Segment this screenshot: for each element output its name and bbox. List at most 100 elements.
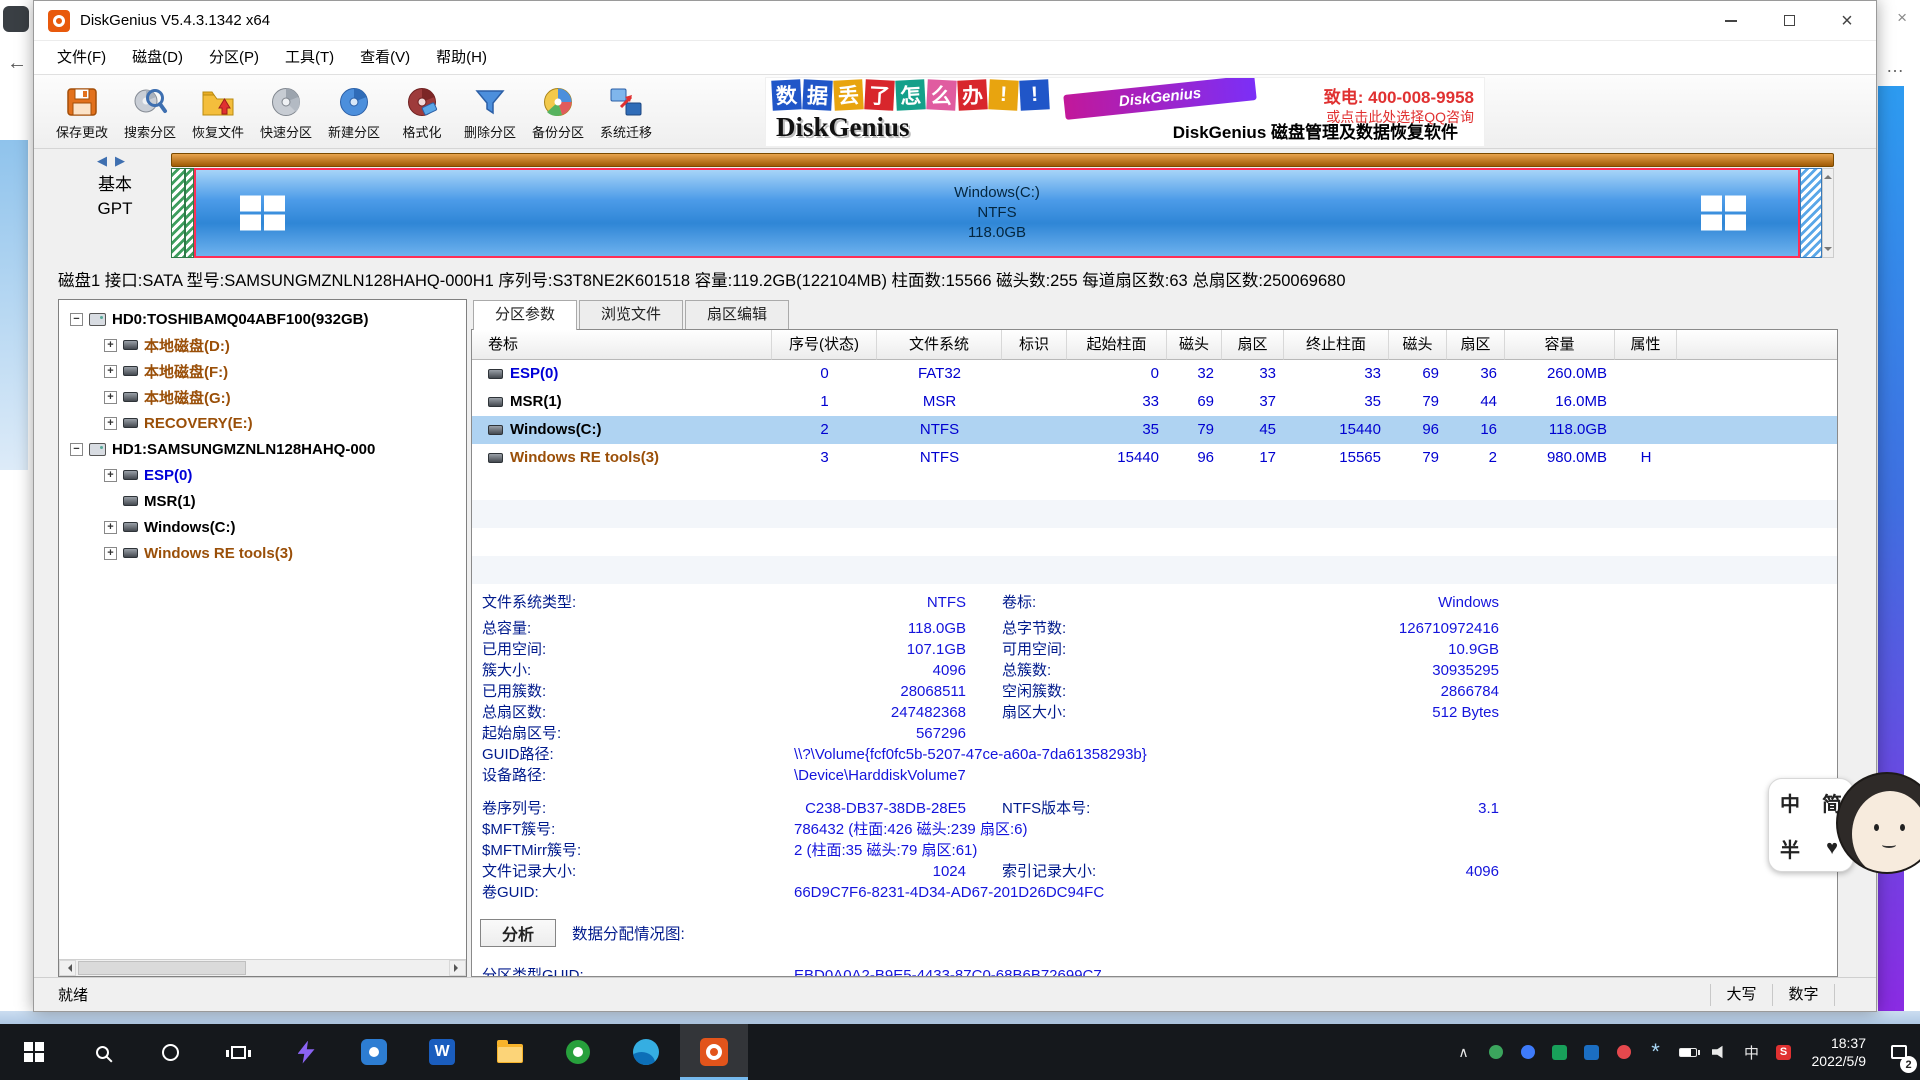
tree-expander[interactable]: +	[104, 417, 117, 430]
tray-eco-green-icon[interactable]	[1480, 1024, 1512, 1080]
tab-1[interactable]: 浏览文件	[579, 300, 683, 329]
taskbar-clock[interactable]: 18:37 2022/5/9	[1812, 1034, 1867, 1070]
menu-item-0[interactable]: 文件(F)	[44, 45, 119, 71]
table-row[interactable]: MSR(1)1MSR33693735794416.0MB	[472, 388, 1837, 416]
table-row[interactable]: Windows(C:)2NTFS357945154409616118.0GB	[472, 416, 1837, 444]
background-close-icon[interactable]: ×	[1897, 8, 1907, 28]
tree-item[interactable]: +MSR(1)	[60, 488, 465, 514]
taskbar-file-explorer-button[interactable]	[476, 1024, 544, 1080]
tray-hidden-icons-chevron-icon[interactable]: ∧	[1448, 1024, 1480, 1080]
tray-volume-icon[interactable]	[1704, 1024, 1736, 1080]
tray-ime-mode-icon[interactable]: 中	[1736, 1024, 1768, 1080]
scroll-left-button[interactable]	[59, 960, 76, 976]
column-header[interactable]: 磁头	[1389, 330, 1447, 360]
scrollbar-thumb[interactable]	[78, 961, 246, 975]
column-header[interactable]: 容量	[1505, 330, 1615, 360]
tree-expander[interactable]: +	[104, 521, 117, 534]
backup-partition-button[interactable]: 备份分区	[524, 77, 592, 147]
menu-item-1[interactable]: 磁盘(D)	[119, 45, 196, 71]
column-header[interactable]: 文件系统	[877, 330, 1002, 360]
tray-shield-green-icon[interactable]	[1544, 1024, 1576, 1080]
minimize-button[interactable]	[1702, 1, 1760, 40]
taskbar-blue-app-button[interactable]	[340, 1024, 408, 1080]
tray-snowflake-blue-icon[interactable]: *	[1640, 1024, 1672, 1080]
tray-onedrive-blue-icon[interactable]	[1576, 1024, 1608, 1080]
save-changes-button[interactable]: 保存更改	[48, 77, 116, 147]
ad-banner[interactable]: 数据丢了怎么办!! DiskGenius DiskGenius 致电: 400-…	[765, 77, 1485, 147]
taskbar-search-button[interactable]	[68, 1024, 136, 1080]
ime-widget[interactable]: 中简半♥	[1768, 772, 1920, 876]
table-row[interactable]: ESP(0)0FAT3203233336936260.0MB	[472, 360, 1837, 388]
tree-expander[interactable]: −	[70, 443, 83, 456]
menu-item-3[interactable]: 工具(T)	[272, 45, 347, 71]
format-button[interactable]: 格式化	[388, 77, 456, 147]
tree-item[interactable]: +本地磁盘(G:)	[60, 384, 465, 410]
tree-item[interactable]: +Windows RE tools(3)	[60, 540, 465, 566]
title-bar[interactable]: DiskGenius V5.4.3.1342 x64 ×	[34, 1, 1876, 41]
tab-0[interactable]: 分区参数	[473, 300, 577, 330]
taskbar-edge-button[interactable]	[612, 1024, 680, 1080]
tree-item[interactable]: −HD0:TOSHIBAMQ04ABF100(932GB)	[60, 306, 465, 332]
notification-center[interactable]: 2	[1878, 1024, 1920, 1080]
taskbar-diskgenius-button[interactable]	[680, 1024, 748, 1080]
tree-item[interactable]: +Windows(C:)	[60, 514, 465, 540]
close-button[interactable]: ×	[1818, 1, 1876, 40]
back-arrow-icon[interactable]: ←	[7, 52, 27, 75]
tree-item[interactable]: +本地磁盘(D:)	[60, 332, 465, 358]
quick-partition-button[interactable]: 快速分区	[252, 77, 320, 147]
taskbar-start-button[interactable]	[0, 1024, 68, 1080]
tree-item[interactable]: +RECOVERY(E:)	[60, 410, 465, 436]
tree-expander[interactable]: −	[70, 313, 83, 326]
scrollbar-track[interactable]	[76, 960, 449, 976]
column-header[interactable]: 扇区	[1222, 330, 1284, 360]
tree-item[interactable]: −HD1:SAMSUNGMZNLN128HAHQ-000	[60, 436, 465, 462]
taskbar-task-view-button[interactable]	[204, 1024, 272, 1080]
esp-partition-segment[interactable]	[171, 168, 185, 258]
search-partition-button[interactable]: 搜索分区	[116, 77, 184, 147]
table-row[interactable]: Windows RE tools(3)3NTFS1544096171556579…	[472, 444, 1837, 472]
disk-strip[interactable]	[171, 153, 1834, 167]
menu-item-5[interactable]: 帮助(H)	[423, 45, 500, 71]
maximize-button[interactable]	[1760, 1, 1818, 40]
tray-sync-blue-icon[interactable]	[1512, 1024, 1544, 1080]
column-header[interactable]: 序号(状态)	[772, 330, 877, 360]
taskbar-cortana-button[interactable]	[136, 1024, 204, 1080]
tree-expander[interactable]: +	[104, 547, 117, 560]
tray-security-red-icon[interactable]	[1608, 1024, 1640, 1080]
tab-2[interactable]: 扇区编辑	[685, 300, 789, 329]
delete-partition-button[interactable]: 删除分区	[456, 77, 524, 147]
tree-expander[interactable]: +	[104, 365, 117, 378]
column-header[interactable]: 属性	[1615, 330, 1677, 360]
next-disk-icon[interactable]: ▶	[115, 153, 133, 168]
column-header[interactable]: 终止柱面	[1284, 330, 1389, 360]
column-header[interactable]: 扇区	[1447, 330, 1505, 360]
recover-files-button[interactable]: 恢复文件	[184, 77, 252, 147]
menu-item-4[interactable]: 查看(V)	[347, 45, 423, 71]
column-header[interactable]: 起始柱面	[1067, 330, 1167, 360]
taskbar-green-app-button[interactable]	[544, 1024, 612, 1080]
tree-horizontal-scrollbar[interactable]	[59, 959, 466, 976]
msr-partition-segment[interactable]	[185, 168, 194, 258]
taskbar-lightning-app-button[interactable]	[272, 1024, 340, 1080]
tray-sogou-red-icon[interactable]: S	[1768, 1024, 1800, 1080]
tree-expander[interactable]: +	[104, 391, 117, 404]
background-overflow-icon[interactable]: …	[1886, 56, 1904, 77]
system-migration-button[interactable]: 系统迁移	[592, 77, 660, 147]
column-header[interactable]: 卷标	[472, 330, 772, 360]
prev-disk-icon[interactable]: ◀	[97, 153, 115, 168]
menu-item-2[interactable]: 分区(P)	[196, 45, 272, 71]
tree-expander[interactable]: +	[104, 469, 117, 482]
disk-nav-arrows[interactable]: ◀▶	[78, 153, 152, 169]
tree-expander[interactable]: +	[104, 339, 117, 352]
bar-scrollbar[interactable]	[1822, 168, 1834, 258]
tree-item[interactable]: +ESP(0)	[60, 462, 465, 488]
scroll-right-button[interactable]	[449, 960, 466, 976]
column-header[interactable]: 磁头	[1167, 330, 1222, 360]
analyze-button[interactable]: 分析	[480, 919, 556, 947]
new-partition-button[interactable]: 新建分区	[320, 77, 388, 147]
tray-battery-icon[interactable]	[1672, 1024, 1704, 1080]
windows-partition-segment[interactable]: Windows(C:) NTFS 118.0GB	[194, 168, 1800, 258]
taskbar-word-button[interactable]: W	[408, 1024, 476, 1080]
recovery-partition-segment[interactable]	[1800, 168, 1822, 258]
column-header[interactable]: 标识	[1002, 330, 1067, 360]
